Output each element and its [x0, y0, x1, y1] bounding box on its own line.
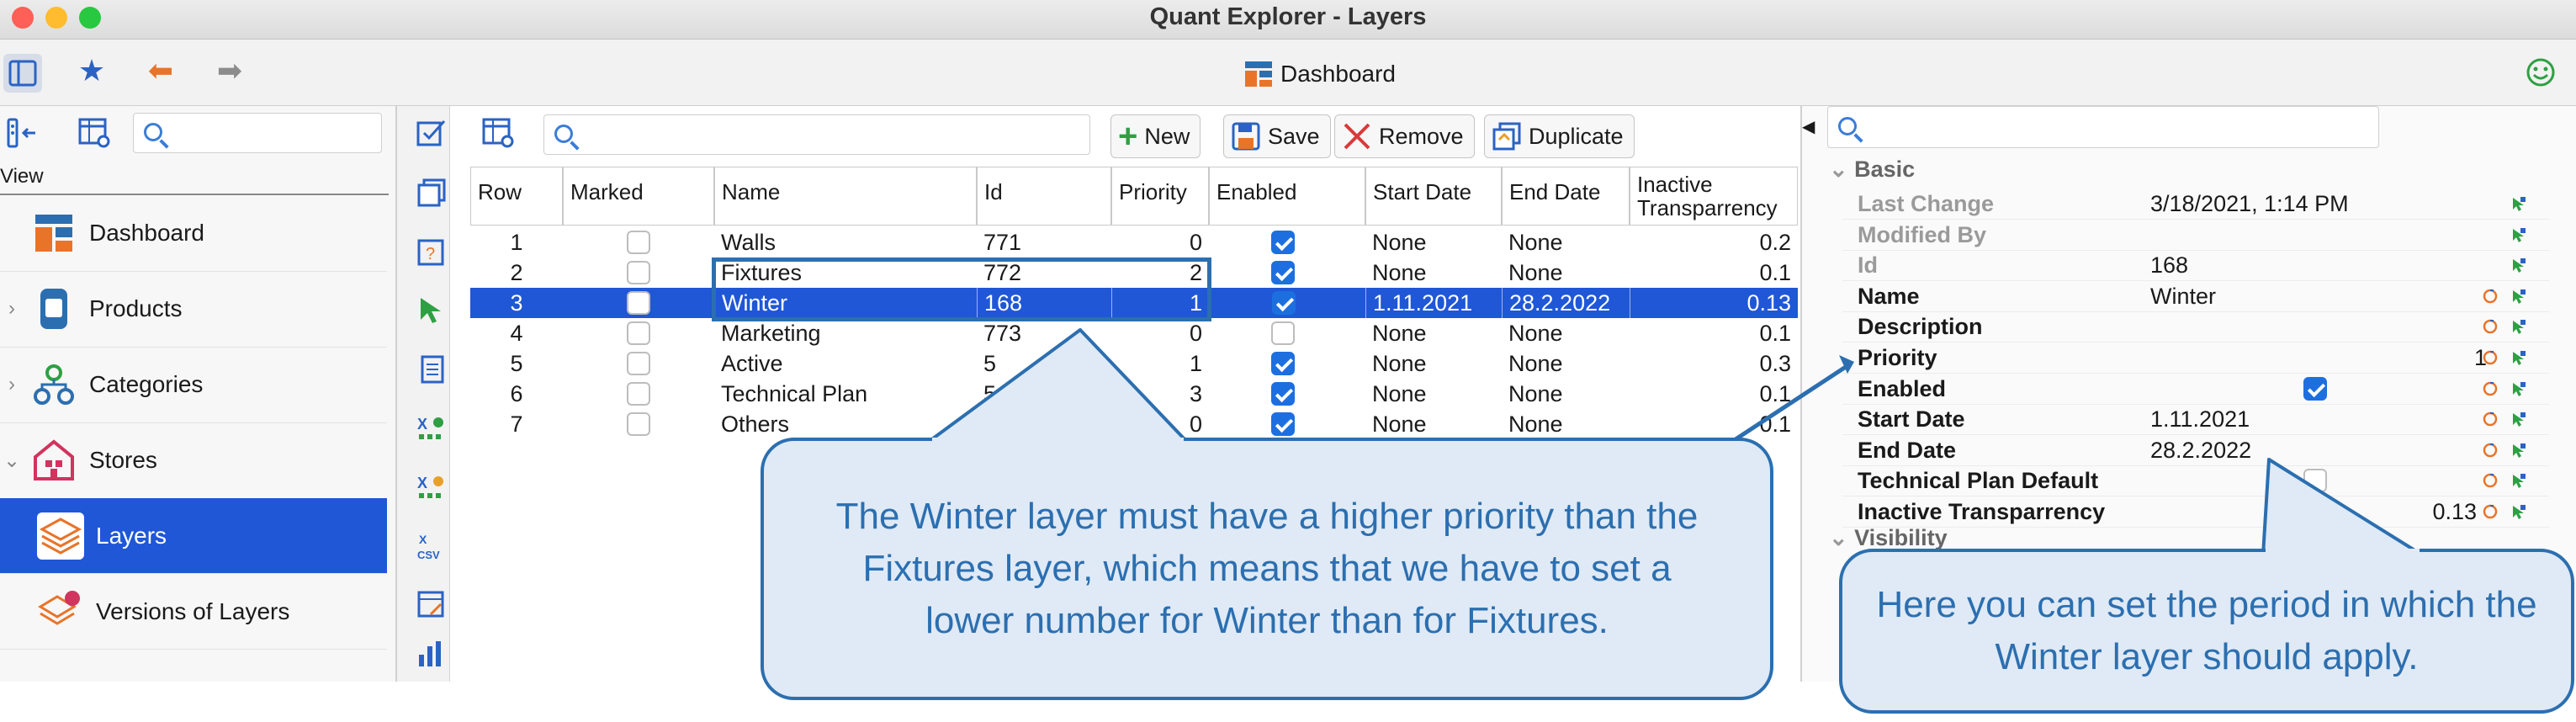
- callout-pointer-joins: [932, 438, 2420, 555]
